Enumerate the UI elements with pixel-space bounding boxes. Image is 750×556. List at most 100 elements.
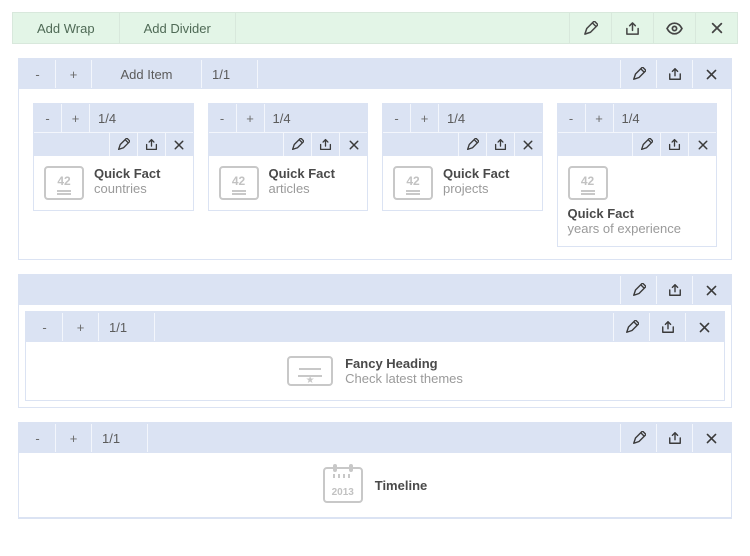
size-label: 1/1: [202, 60, 258, 88]
quickfact-icon: 42: [568, 166, 608, 200]
share-icon: [668, 283, 682, 297]
size-plus-button[interactable]: +: [411, 104, 439, 132]
size-minus-button[interactable]: -: [209, 104, 237, 132]
edit-button[interactable]: [613, 313, 649, 341]
topbar: Add Wrap Add Divider: [12, 12, 738, 44]
fancy-heading-title: Fancy Heading: [345, 356, 463, 371]
quickfact-sub: projects: [443, 181, 509, 196]
size-minus-button[interactable]: -: [34, 104, 62, 132]
fancy-heading-icon: ★: [287, 356, 333, 386]
size-plus-button[interactable]: +: [237, 104, 265, 132]
size-plus-button[interactable]: +: [56, 60, 92, 88]
size-minus-button[interactable]: -: [27, 313, 63, 341]
size-minus-button[interactable]: -: [558, 104, 586, 132]
inner-header: - + 1/1: [19, 423, 731, 453]
export-button[interactable]: [656, 276, 692, 304]
quickfact-sub: countries: [94, 181, 160, 196]
close-button[interactable]: [692, 60, 730, 88]
close-button[interactable]: [165, 133, 193, 156]
export-button[interactable]: [137, 133, 165, 156]
size-label: 1/1: [99, 313, 155, 341]
close-icon: [698, 321, 711, 334]
size-minus-button[interactable]: -: [20, 424, 56, 452]
quickfact-title: Quick Fact: [568, 206, 707, 221]
edit-button[interactable]: [283, 133, 311, 156]
inner-block: - + 1/1 ★ Fancy Heading Check latest the…: [25, 311, 725, 401]
share-icon: [494, 138, 507, 151]
section-quickfacts: - + Add Item 1/1 - + 1/4: [18, 58, 732, 260]
column-card: - + 1/4 42 Quick Fact countries: [33, 103, 194, 211]
add-divider-button[interactable]: Add Divider: [120, 13, 236, 43]
size-plus-button[interactable]: +: [586, 104, 614, 132]
pencil-icon: [632, 67, 646, 81]
quickfact-title: Quick Fact: [94, 166, 160, 181]
close-button[interactable]: [685, 313, 723, 341]
edit-button[interactable]: [632, 133, 660, 156]
eye-icon: [666, 20, 683, 37]
spacer: [20, 276, 620, 304]
export-button[interactable]: [311, 133, 339, 156]
pencil-icon: [117, 138, 130, 151]
column-card: - + 1/4 42 Quick Fact articles: [208, 103, 369, 211]
section-header: - + Add Item 1/1: [19, 59, 731, 89]
pencil-icon: [625, 320, 639, 334]
spacer: [155, 313, 613, 341]
inner-header: - + 1/1: [26, 312, 724, 342]
spacer: [148, 424, 620, 452]
close-icon: [348, 139, 360, 151]
edit-button[interactable]: [109, 133, 137, 156]
spacer: [258, 60, 620, 88]
edit-button[interactable]: [620, 60, 656, 88]
pencil-icon: [632, 431, 646, 445]
timeline-title: Timeline: [375, 478, 428, 493]
quickfact-text: Quick Fact years of experience: [568, 206, 707, 236]
size-minus-button[interactable]: -: [20, 60, 56, 88]
close-button[interactable]: [692, 276, 730, 304]
quickfact-icon: 42: [393, 166, 433, 200]
size-plus-button[interactable]: +: [62, 104, 90, 132]
export-button[interactable]: [660, 133, 688, 156]
close-icon: [710, 21, 724, 35]
size-minus-button[interactable]: -: [383, 104, 411, 132]
edit-button[interactable]: [458, 133, 486, 156]
column-card: - + 1/4 42 Quick Fact years of experienc…: [557, 103, 718, 247]
fancy-heading-text: Fancy Heading Check latest themes: [345, 356, 463, 386]
section-timeline: - + 1/1 2013 Timeline: [18, 422, 732, 519]
size-plus-button[interactable]: +: [56, 424, 92, 452]
pencil-icon: [583, 21, 598, 36]
share-icon: [625, 21, 640, 36]
share-icon: [319, 138, 332, 151]
columns: - + 1/4 42 Quick Fact countries: [33, 103, 717, 247]
pencil-icon: [632, 283, 646, 297]
quickfact-sub: articles: [269, 181, 335, 196]
add-wrap-button[interactable]: Add Wrap: [13, 13, 120, 43]
inner-block: - + 1/1 2013 Timeline: [19, 423, 731, 518]
export-button[interactable]: [656, 424, 692, 452]
quickfact-icon: 42: [219, 166, 259, 200]
share-icon: [145, 138, 158, 151]
edit-button[interactable]: [620, 276, 656, 304]
export-button[interactable]: [611, 13, 653, 43]
quickfact-text: Quick Fact articles: [269, 166, 335, 196]
edit-button[interactable]: [569, 13, 611, 43]
pencil-icon: [640, 138, 653, 151]
export-button[interactable]: [649, 313, 685, 341]
quickfact-title: Quick Fact: [443, 166, 509, 181]
size-label: 1/4: [614, 104, 717, 132]
close-button[interactable]: [692, 424, 730, 452]
section-header: [19, 275, 731, 305]
close-icon: [522, 139, 534, 151]
quickfact-text: Quick Fact projects: [443, 166, 509, 196]
close-button[interactable]: [339, 133, 367, 156]
export-button[interactable]: [486, 133, 514, 156]
close-button[interactable]: [695, 13, 737, 43]
export-button[interactable]: [656, 60, 692, 88]
column-card: - + 1/4 42 Quick Fact projects: [382, 103, 543, 211]
size-plus-button[interactable]: +: [63, 313, 99, 341]
preview-button[interactable]: [653, 13, 695, 43]
edit-button[interactable]: [620, 424, 656, 452]
add-item-button[interactable]: Add Item: [92, 60, 202, 88]
close-button[interactable]: [514, 133, 542, 156]
close-icon: [705, 432, 718, 445]
close-button[interactable]: [688, 133, 716, 156]
